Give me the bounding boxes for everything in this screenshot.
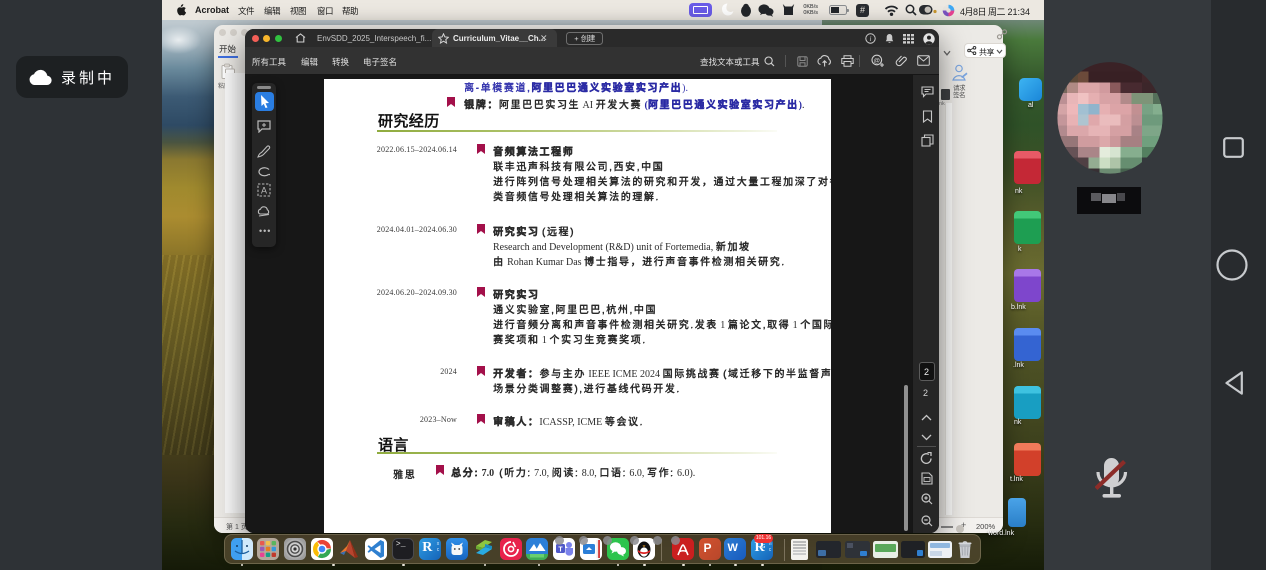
svg-text:A: A (261, 185, 267, 195)
svg-text:i: i (870, 35, 872, 43)
svg-text:T: T (559, 547, 564, 554)
svg-text:@: @ (873, 57, 880, 64)
